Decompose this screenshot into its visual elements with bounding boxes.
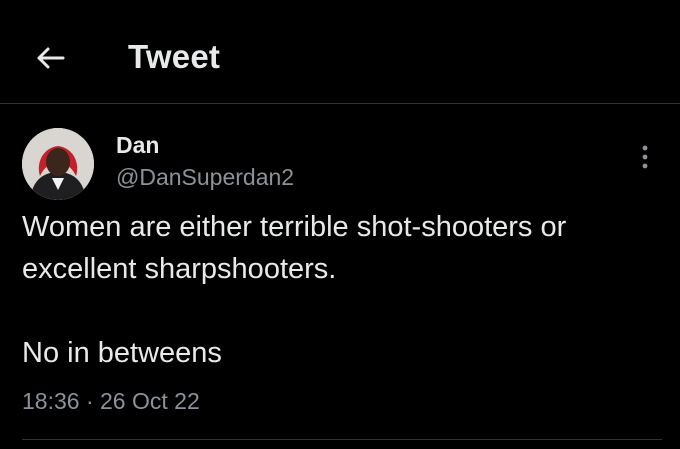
divider (22, 439, 662, 440)
tweet-text-line: No in betweens (22, 337, 222, 369)
page-title: Tweet (128, 38, 221, 75)
back-button[interactable] (28, 36, 72, 80)
tweet-time[interactable]: 18:36 (22, 388, 80, 414)
more-options-button[interactable] (630, 142, 660, 172)
arrow-left-icon (37, 47, 65, 69)
more-vertical-icon (642, 145, 648, 169)
tweet-text: Women are either terrible shot-shooters … (22, 206, 662, 374)
author-handle[interactable]: @DanSuperdan2 (116, 164, 294, 191)
tweet-text-line: excellent sharpshooters. (22, 253, 337, 285)
tweet-card: Dan @DanSuperdan2 Women are either terri… (0, 104, 680, 449)
avatar[interactable] (22, 128, 94, 200)
author-display-name[interactable]: Dan (116, 132, 159, 159)
meta-separator: · (85, 388, 94, 414)
user-avatar-image (22, 128, 94, 200)
tweet-text-line: Women are either terrible shot-shooters … (22, 211, 567, 243)
tweet-timestamp: 18:36 · 26 Oct 22 (22, 388, 200, 415)
tweet-date[interactable]: 26 Oct 22 (100, 388, 200, 414)
top-bar: Tweet (0, 0, 680, 104)
